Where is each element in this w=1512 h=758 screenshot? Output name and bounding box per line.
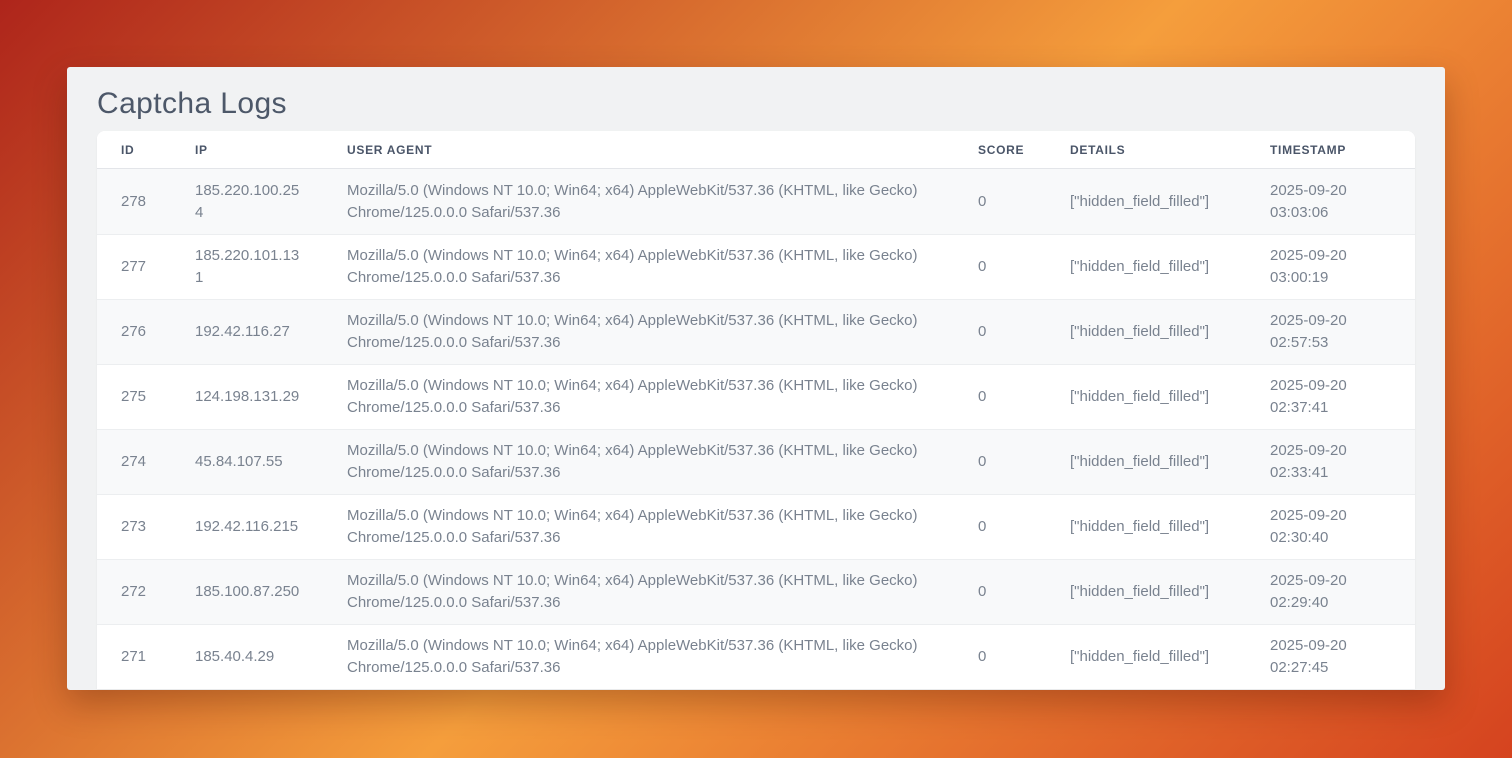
cell-timestamp: 2025-09-20 02:30:40 (1246, 494, 1415, 559)
column-header-id: ID (97, 131, 171, 169)
cell-ip: 185.220.101.131 (171, 234, 323, 299)
table-row: 275124.198.131.29Mozilla/5.0 (Windows NT… (97, 364, 1415, 429)
cell-user_agent: Mozilla/5.0 (Windows NT 10.0; Win64; x64… (323, 364, 954, 429)
cell-ip: 192.42.116.215 (171, 494, 323, 559)
cell-score: 0 (954, 429, 1046, 494)
cell-timestamp: 2025-09-20 03:03:06 (1246, 169, 1415, 234)
table-row: 273192.42.116.215Mozilla/5.0 (Windows NT… (97, 494, 1415, 559)
cell-score: 0 (954, 169, 1046, 234)
cell-timestamp: 2025-09-20 02:33:41 (1246, 429, 1415, 494)
cell-id: 272 (97, 559, 171, 624)
cell-ip: 185.220.100.254 (171, 169, 323, 234)
table-header: IDIPUSER AGENTSCOREDETAILSTIMESTAMP (97, 131, 1415, 169)
column-header-score: SCORE (954, 131, 1046, 169)
captcha-log-table: IDIPUSER AGENTSCOREDETAILSTIMESTAMP 2781… (97, 131, 1415, 689)
cell-id: 273 (97, 494, 171, 559)
cell-details: ["hidden_field_filled"] (1046, 559, 1246, 624)
cell-id: 278 (97, 169, 171, 234)
cell-details: ["hidden_field_filled"] (1046, 234, 1246, 299)
cell-id: 277 (97, 234, 171, 299)
table-row: 272185.100.87.250Mozilla/5.0 (Windows NT… (97, 559, 1415, 624)
cell-details: ["hidden_field_filled"] (1046, 494, 1246, 559)
cell-timestamp: 2025-09-20 02:29:40 (1246, 559, 1415, 624)
cell-details: ["hidden_field_filled"] (1046, 624, 1246, 689)
cell-score: 0 (954, 494, 1046, 559)
cell-ip: 185.40.4.29 (171, 624, 323, 689)
table-row: 27445.84.107.55Mozilla/5.0 (Windows NT 1… (97, 429, 1415, 494)
page-title: Captcha Logs (97, 67, 1415, 131)
cell-id: 271 (97, 624, 171, 689)
cell-user_agent: Mozilla/5.0 (Windows NT 10.0; Win64; x64… (323, 494, 954, 559)
table-body: 278185.220.100.254Mozilla/5.0 (Windows N… (97, 169, 1415, 689)
cell-id: 275 (97, 364, 171, 429)
cell-user_agent: Mozilla/5.0 (Windows NT 10.0; Win64; x64… (323, 559, 954, 624)
table-row: 278185.220.100.254Mozilla/5.0 (Windows N… (97, 169, 1415, 234)
cell-ip: 124.198.131.29 (171, 364, 323, 429)
cell-details: ["hidden_field_filled"] (1046, 299, 1246, 364)
cell-timestamp: 2025-09-20 02:57:53 (1246, 299, 1415, 364)
cell-score: 0 (954, 299, 1046, 364)
cell-ip: 45.84.107.55 (171, 429, 323, 494)
cell-timestamp: 2025-09-20 03:00:19 (1246, 234, 1415, 299)
column-header-user_agent: USER AGENT (323, 131, 954, 169)
cell-user_agent: Mozilla/5.0 (Windows NT 10.0; Win64; x64… (323, 234, 954, 299)
table-row: 277185.220.101.131Mozilla/5.0 (Windows N… (97, 234, 1415, 299)
column-header-ip: IP (171, 131, 323, 169)
cell-score: 0 (954, 364, 1046, 429)
cell-score: 0 (954, 234, 1046, 299)
cell-details: ["hidden_field_filled"] (1046, 364, 1246, 429)
table-row: 271185.40.4.29Mozilla/5.0 (Windows NT 10… (97, 624, 1415, 689)
header-row: IDIPUSER AGENTSCOREDETAILSTIMESTAMP (97, 131, 1415, 169)
cell-ip: 192.42.116.27 (171, 299, 323, 364)
cell-timestamp: 2025-09-20 02:37:41 (1246, 364, 1415, 429)
page-background: { "page": { "title": "Captcha Logs" }, "… (0, 0, 1512, 758)
table-row: 276192.42.116.27Mozilla/5.0 (Windows NT … (97, 299, 1415, 364)
cell-ip: 185.100.87.250 (171, 559, 323, 624)
cell-user_agent: Mozilla/5.0 (Windows NT 10.0; Win64; x64… (323, 429, 954, 494)
cell-score: 0 (954, 559, 1046, 624)
column-header-details: DETAILS (1046, 131, 1246, 169)
cell-details: ["hidden_field_filled"] (1046, 429, 1246, 494)
cell-user_agent: Mozilla/5.0 (Windows NT 10.0; Win64; x64… (323, 624, 954, 689)
cell-score: 0 (954, 624, 1046, 689)
cell-id: 276 (97, 299, 171, 364)
captcha-logs-card: Captcha Logs IDIPUSER AGENTSCOREDETAILST… (67, 67, 1445, 690)
column-header-timestamp: TIMESTAMP (1246, 131, 1415, 169)
cell-user_agent: Mozilla/5.0 (Windows NT 10.0; Win64; x64… (323, 169, 954, 234)
cell-id: 274 (97, 429, 171, 494)
cell-timestamp: 2025-09-20 02:27:45 (1246, 624, 1415, 689)
cell-details: ["hidden_field_filled"] (1046, 169, 1246, 234)
log-table-container: IDIPUSER AGENTSCOREDETAILSTIMESTAMP 2781… (97, 131, 1415, 689)
cell-user_agent: Mozilla/5.0 (Windows NT 10.0; Win64; x64… (323, 299, 954, 364)
